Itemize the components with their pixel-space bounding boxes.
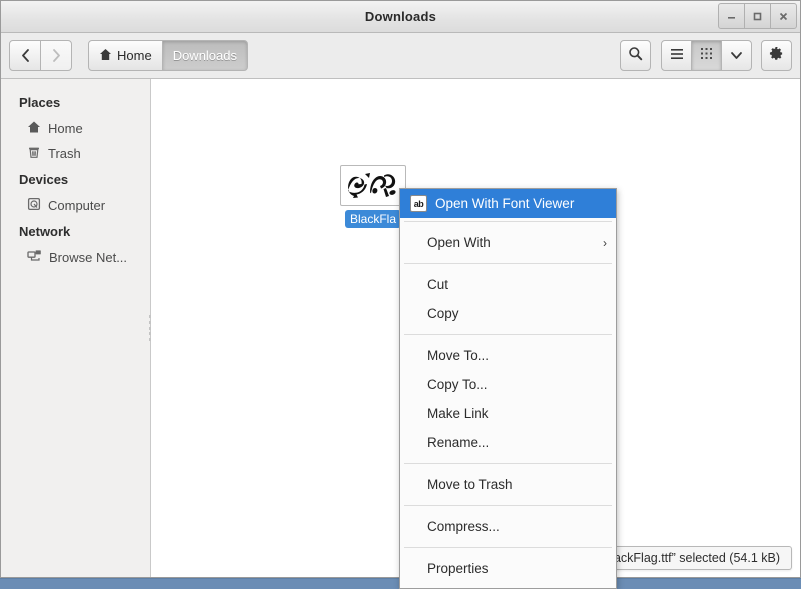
back-button[interactable]	[9, 40, 41, 71]
navigation-buttons	[9, 40, 72, 71]
chevron-down-icon	[730, 47, 743, 65]
context-menu-item-compress[interactable]: Compress...	[400, 512, 616, 541]
breadcrumb: Home Downloads	[88, 40, 248, 71]
context-menu-item-copy[interactable]: Copy	[400, 299, 616, 328]
menu-separator	[404, 547, 612, 548]
home-icon	[27, 120, 41, 137]
view-mode-group	[661, 40, 752, 71]
sidebar-label-computer: Computer	[48, 198, 105, 213]
context-menu-item-move-to-trash[interactable]: Move to Trash	[400, 470, 616, 499]
context-menu-item-open-with[interactable]: Open With ›	[400, 228, 616, 257]
sidebar-heading-places: Places	[1, 89, 150, 116]
sidebar-label-home: Home	[48, 121, 83, 136]
sidebar-label-browse-network: Browse Net...	[49, 250, 127, 265]
view-options-dropdown-button[interactable]	[721, 40, 752, 71]
context-menu-group-open: Open With ›	[400, 225, 616, 260]
settings-menu-button[interactable]	[761, 40, 792, 71]
breadcrumb-item-home[interactable]: Home	[88, 40, 163, 71]
context-menu-label-properties: Properties	[427, 561, 489, 576]
file-manager-window: Downloads	[0, 0, 801, 578]
context-menu-group-clipboard: Cut Copy	[400, 267, 616, 331]
breadcrumb-label-home: Home	[117, 48, 152, 63]
context-menu-item-make-link[interactable]: Make Link	[400, 399, 616, 428]
context-menu-item-rename[interactable]: Rename...	[400, 428, 616, 457]
context-menu-label-cut: Cut	[427, 277, 448, 292]
context-menu-group-properties: Properties	[400, 551, 616, 586]
context-menu-label-open-with-font-viewer: Open With Font Viewer	[435, 196, 574, 211]
window-controls	[719, 3, 797, 29]
context-menu-label-copy: Copy	[427, 306, 459, 321]
context-menu-label-open-with: Open With	[427, 235, 491, 250]
context-menu-item-move-to[interactable]: Move To...	[400, 341, 616, 370]
context-menu-group-trash: Move to Trash	[400, 467, 616, 502]
grid-view-button[interactable]	[691, 40, 722, 71]
context-menu-label-compress: Compress...	[427, 519, 500, 534]
home-icon	[99, 48, 112, 64]
font-file-thumbnail	[340, 165, 406, 206]
title-bar[interactable]: Downloads	[1, 1, 800, 33]
sidebar: Places Home Trash Devices	[1, 79, 151, 577]
window-title: Downloads	[365, 9, 436, 24]
list-view-icon	[670, 47, 684, 65]
sidebar-item-browse-network[interactable]: Browse Net...	[1, 245, 150, 270]
toolbar-right-group	[620, 40, 792, 71]
context-menu-item-cut[interactable]: Cut	[400, 270, 616, 299]
context-menu-label-make-link: Make Link	[427, 406, 489, 421]
search-icon	[628, 46, 643, 66]
file-view[interactable]: BlackFla ab Open With Font Viewer Open W…	[151, 79, 800, 577]
menu-separator	[404, 263, 612, 264]
menu-separator	[404, 334, 612, 335]
status-bar: “BlackFlag.ttf” selected (54.1 kB)	[587, 546, 792, 570]
list-view-button[interactable]	[661, 40, 692, 71]
context-menu-item-open-with-font-viewer[interactable]: ab Open With Font Viewer	[400, 189, 616, 218]
sidebar-item-trash[interactable]: Trash	[1, 141, 150, 166]
minimize-button[interactable]	[718, 3, 745, 29]
gear-icon	[769, 46, 784, 66]
menu-separator	[404, 221, 612, 222]
grid-view-icon	[700, 47, 713, 65]
sidebar-heading-devices: Devices	[1, 166, 150, 193]
ab-font-icon: ab	[410, 195, 427, 212]
context-menu-group-file-ops: Move To... Copy To... Make Link Rename..…	[400, 338, 616, 460]
context-menu-label-move-to: Move To...	[427, 348, 489, 363]
context-menu-item-copy-to[interactable]: Copy To...	[400, 370, 616, 399]
sidebar-item-computer[interactable]: Computer	[1, 193, 150, 218]
context-menu-group-compress: Compress...	[400, 509, 616, 544]
file-name-label: BlackFla	[345, 210, 401, 228]
window-body: Places Home Trash Devices	[1, 79, 800, 577]
sidebar-heading-network: Network	[1, 218, 150, 245]
toolbar: Home Downloads	[1, 33, 800, 79]
context-menu: ab Open With Font Viewer Open With › Cut	[399, 188, 617, 589]
chevron-right-icon: ›	[603, 236, 607, 250]
forward-button[interactable]	[40, 40, 72, 71]
sidebar-item-home[interactable]: Home	[1, 116, 150, 141]
sidebar-label-trash: Trash	[48, 146, 81, 161]
search-button[interactable]	[620, 40, 651, 71]
close-button[interactable]	[770, 3, 797, 29]
breadcrumb-label-downloads: Downloads	[173, 48, 237, 63]
menu-separator	[404, 505, 612, 506]
breadcrumb-item-downloads[interactable]: Downloads	[162, 40, 248, 71]
context-menu-label-rename: Rename...	[427, 435, 489, 450]
context-menu-label-copy-to: Copy To...	[427, 377, 488, 392]
context-menu-label-move-to-trash: Move to Trash	[427, 477, 513, 492]
status-bar-text: “BlackFlag.ttf” selected (54.1 kB)	[599, 551, 780, 565]
context-menu-item-properties[interactable]: Properties	[400, 554, 616, 583]
network-icon	[27, 249, 42, 266]
trash-icon	[27, 145, 41, 162]
computer-icon	[27, 197, 41, 214]
menu-separator	[404, 463, 612, 464]
maximize-button[interactable]	[744, 3, 771, 29]
